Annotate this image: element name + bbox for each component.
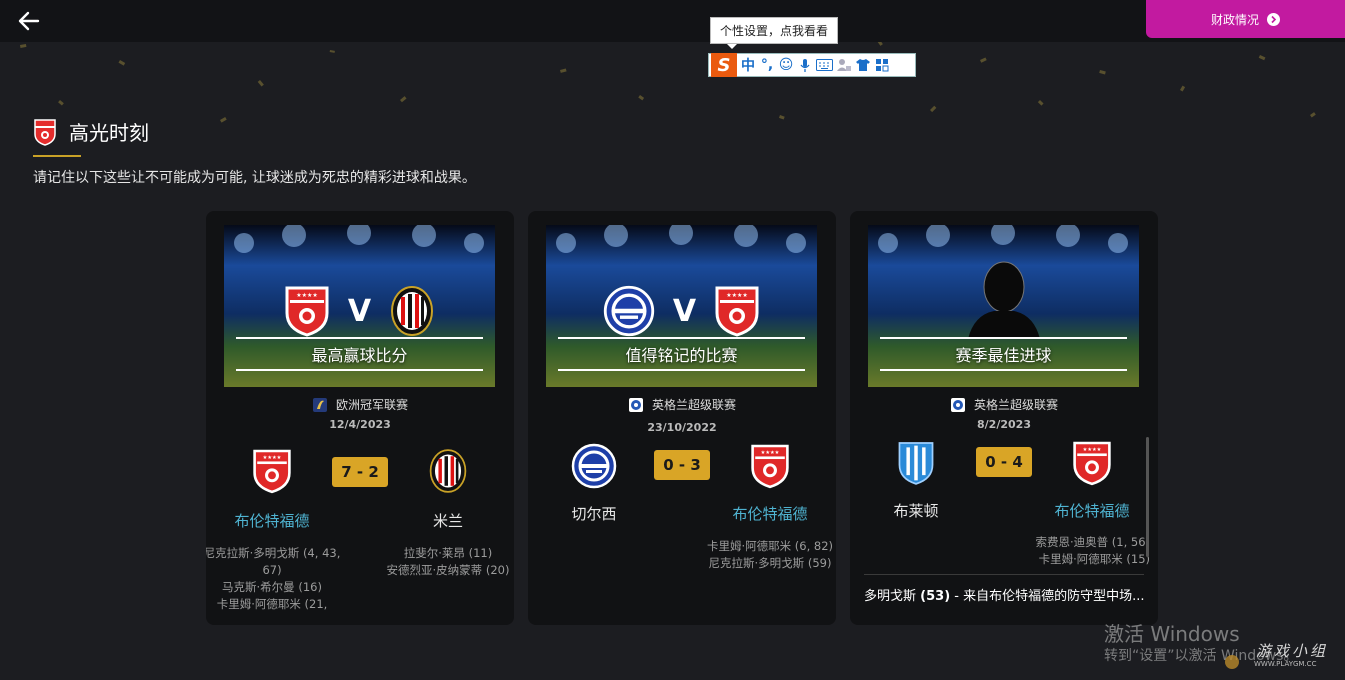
away-team-name[interactable]: 布伦特福德 bbox=[710, 503, 830, 524]
ime-tooltip: 个性设置，点我看看 bbox=[710, 17, 839, 49]
card-banner: V 最高赢球比分 bbox=[224, 225, 495, 387]
mic-icon[interactable] bbox=[797, 56, 813, 74]
player-silhouette-icon bbox=[968, 261, 1040, 339]
back-button[interactable] bbox=[14, 6, 44, 36]
grid-icon[interactable] bbox=[874, 56, 890, 74]
brentford-crest-icon bbox=[1072, 440, 1112, 486]
player-rating: (53) bbox=[920, 589, 951, 604]
chevron-right-icon bbox=[1267, 12, 1280, 26]
away-scorers: 卡里姆·阿德耶米 (6, 82) 尼克拉斯·多明戈斯 (59) bbox=[706, 539, 834, 570]
brighton-crest-icon bbox=[896, 440, 936, 486]
home-team-name[interactable]: 布伦特福德 bbox=[212, 510, 332, 531]
score-badge: 7 - 2 bbox=[332, 457, 388, 487]
champions-league-icon bbox=[312, 397, 328, 413]
away-team-name: 米兰 bbox=[432, 512, 463, 530]
section-header: 高光时刻 bbox=[33, 117, 149, 146]
scrollbar[interactable] bbox=[1146, 437, 1149, 557]
brentford-crest-icon bbox=[750, 443, 790, 489]
away-team-name[interactable]: 布伦特福德 bbox=[1032, 500, 1152, 521]
home-crest bbox=[571, 443, 617, 489]
score-badge: 0 - 4 bbox=[976, 447, 1032, 477]
competition-name: 英格兰超级联赛 bbox=[973, 398, 1058, 412]
player-name: 多明戈斯 bbox=[864, 589, 917, 604]
competition-row: 英格兰超级联赛 bbox=[528, 396, 836, 413]
competition-name: 英格兰超级联赛 bbox=[651, 398, 736, 412]
top-bar bbox=[0, 0, 1345, 42]
user-icon[interactable] bbox=[836, 56, 852, 74]
away-crest bbox=[425, 448, 471, 494]
brentford-crest-icon bbox=[284, 285, 330, 337]
finance-label: 财政情况 bbox=[1210, 12, 1259, 27]
vs-text: V bbox=[347, 293, 372, 329]
match-date: 23/10/2022 bbox=[647, 421, 717, 434]
back-arrow-icon bbox=[18, 11, 40, 31]
shirt-icon[interactable] bbox=[855, 56, 871, 74]
ime-emoji-icon[interactable]: ☺ bbox=[778, 56, 794, 74]
match-date: 12/4/2023 bbox=[329, 418, 391, 431]
highlight-card-goal-of-season[interactable]: 赛季最佳进球 英格兰超级联赛 8/2/2023 0 - 4 布莱顿 布伦特福德 … bbox=[850, 211, 1158, 625]
vs-text: V bbox=[672, 293, 697, 329]
match-date: 8/2/2023 bbox=[977, 418, 1031, 431]
club-shield-icon bbox=[34, 118, 56, 146]
card-banner: V 值得铭记的比赛 bbox=[546, 225, 817, 387]
player-description: - 来自布伦特福德的防守型中场... bbox=[950, 589, 1144, 604]
banner-label-bar: 值得铭记的比赛 bbox=[558, 337, 805, 371]
site-watermark-text: 游戏小组 bbox=[1256, 642, 1329, 660]
goal-player-line[interactable]: 多明戈斯 (53) - 来自布伦特福德的防守型中场... bbox=[864, 574, 1144, 604]
away-crest bbox=[747, 443, 793, 489]
competition-row: 欧洲冠军联赛 bbox=[206, 396, 514, 413]
site-watermark-url: WWW.PLAYGM.CC bbox=[1254, 660, 1317, 668]
milan-crest-icon bbox=[428, 448, 468, 494]
chelsea-crest-icon bbox=[603, 285, 655, 337]
title-underline bbox=[33, 155, 81, 157]
premier-league-icon bbox=[950, 397, 966, 413]
highlight-card-memorable-match[interactable]: V 值得铭记的比赛 英格兰超级联赛 23/10/2022 0 - 3 切尔西 布… bbox=[528, 211, 836, 625]
milan-crest-icon bbox=[389, 285, 435, 337]
section-title: 高光时刻 bbox=[69, 121, 149, 145]
matchup-crests: V bbox=[224, 285, 495, 337]
away-scorers: 拉斐尔·莱昂 (11) 安德烈亚·皮纳蒙蒂 (20) bbox=[386, 546, 510, 577]
ime-mode-chinese[interactable]: 中 bbox=[740, 56, 756, 74]
finance-button[interactable]: 财政情况 bbox=[1146, 0, 1345, 38]
card-banner: 赛季最佳进球 bbox=[868, 225, 1139, 387]
ime-toolbar[interactable]: S 中 °, ☺ bbox=[708, 53, 916, 77]
competition-name: 欧洲冠军联赛 bbox=[335, 398, 408, 412]
away-crest bbox=[1069, 440, 1115, 486]
banner-label: 赛季最佳进球 bbox=[955, 346, 1052, 365]
keyboard-icon[interactable] bbox=[816, 56, 833, 74]
banner-label-bar: 最高赢球比分 bbox=[236, 337, 483, 371]
premier-league-icon bbox=[628, 397, 644, 413]
home-team-name: 切尔西 bbox=[571, 505, 617, 523]
banner-label-bar: 赛季最佳进球 bbox=[880, 337, 1127, 371]
home-team-name: 布莱顿 bbox=[893, 502, 939, 520]
ime-logo-icon[interactable]: S bbox=[711, 53, 737, 77]
site-watermark-logo: 游戏小组 WWW.PLAYGM.CC bbox=[1224, 640, 1339, 672]
brentford-crest-icon bbox=[714, 285, 760, 337]
banner-label: 值得铭记的比赛 bbox=[625, 346, 738, 365]
away-scorers: 索费恩·迪奥普 (1, 56) 卡里姆·阿德耶米 (15) bbox=[1035, 535, 1150, 566]
brentford-crest-icon bbox=[252, 448, 292, 494]
ime-punctuation[interactable]: °, bbox=[759, 56, 775, 74]
chelsea-crest-icon bbox=[571, 443, 617, 489]
matchup-crests: V bbox=[546, 285, 817, 337]
banner-label: 最高赢球比分 bbox=[311, 346, 408, 365]
competition-row: 英格兰超级联赛 bbox=[850, 396, 1158, 413]
home-crest bbox=[893, 440, 939, 486]
windows-activation-title: 激活 Windows bbox=[1104, 622, 1240, 646]
section-description: 请记住以下这些让不可能成为可能, 让球迷成为死忠的精彩进球和战果。 bbox=[33, 170, 476, 186]
home-crest bbox=[249, 448, 295, 494]
highlight-card-biggest-win[interactable]: V 最高赢球比分 欧洲冠军联赛 12/4/2023 7 - 2 布伦特福德 米兰… bbox=[206, 211, 514, 625]
score-badge: 0 - 3 bbox=[654, 450, 710, 480]
home-scorers: 尼克拉斯·多明戈斯 (4, 43, 67) 马克斯·希尔曼 (16) 卡里姆·阿… bbox=[206, 546, 341, 611]
